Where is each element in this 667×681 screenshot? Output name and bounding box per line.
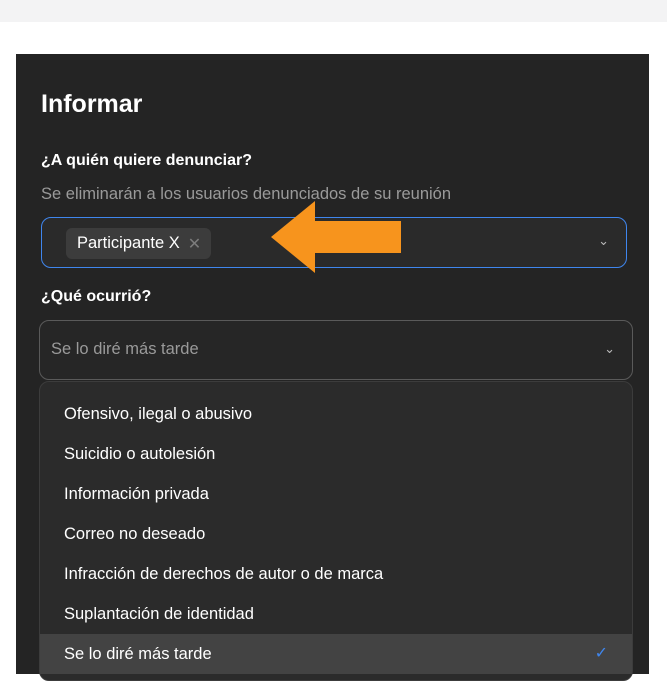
menu-item-private-info[interactable]: Información privada [40,474,632,514]
checkmark-icon: ✓ [594,645,608,662]
close-icon[interactable]: ✕ [188,234,201,254]
incident-select[interactable]: Se lo diré más tarde ⌄ [39,320,633,380]
incident-dropdown-menu: Ofensivo, ilegal o abusivo Suicidio o au… [39,381,633,681]
what-question-label: ¿Qué ocurrió? [41,288,152,305]
participant-chip: Participante X ✕ [66,228,212,259]
chevron-down-icon[interactable]: ⌄ [598,233,609,249]
menu-item-impersonation[interactable]: Suplantación de identidad [40,594,632,634]
left-arrow-icon [271,201,401,273]
dialog-title: Informar [41,90,143,118]
menu-item-offensive[interactable]: Ofensivo, ilegal o abusivo [40,394,632,434]
menu-item-self-harm[interactable]: Suicidio o autolesión [40,434,632,474]
menu-item-copyright[interactable]: Infracción de derechos de autor o de mar… [40,554,632,594]
top-bar [0,0,667,22]
participant-chip-label: Participante X [77,234,180,252]
incident-select-value: Se lo diré más tarde [51,340,199,358]
report-dialog: Informar ¿A quién quiere denunciar? Se e… [16,54,649,681]
menu-item-spam[interactable]: Correo no deseado [40,514,632,554]
who-question-label: ¿A quién quiere denunciar? [41,152,252,169]
menu-item-tell-later[interactable]: Se lo diré más tarde ✓ [40,634,632,674]
chevron-down-icon[interactable]: ⌄ [604,341,615,357]
